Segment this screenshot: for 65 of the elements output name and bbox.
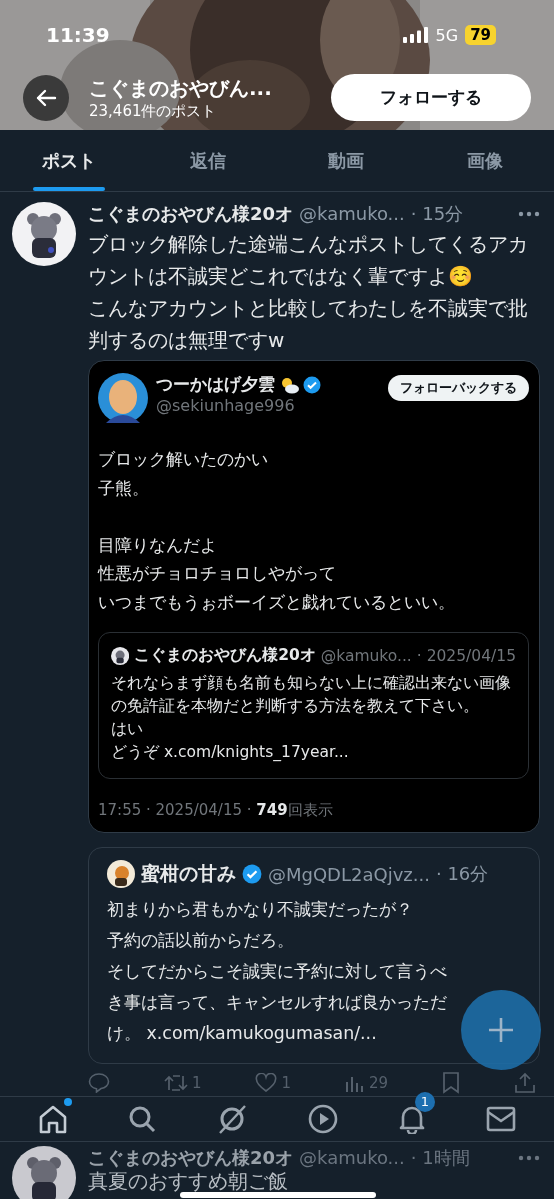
- author-name: つーかはげ夕雲: [156, 373, 275, 396]
- quoted-text: いつまでもうぉボーイズと戯れているといい。: [98, 590, 456, 614]
- tab[interactable]: 返信: [138, 130, 277, 191]
- action-count: 1: [281, 1074, 291, 1092]
- avatar: [111, 645, 130, 666]
- more-icon[interactable]: [518, 211, 540, 217]
- home-icon[interactable]: [37, 1104, 68, 1134]
- author-handle: @sekiunhage996: [156, 396, 296, 415]
- tab[interactable]: ポスト: [0, 130, 139, 191]
- author-name: こぐまのおやびん様20オ: [88, 202, 294, 226]
- tab[interactable]: 画像: [415, 130, 554, 191]
- search-icon[interactable]: [127, 1104, 157, 1134]
- author-handle: @kamuko...: [299, 203, 405, 224]
- plus-icon[interactable]: [486, 1015, 516, 1045]
- quoted-text: 子熊。: [98, 476, 150, 500]
- mail-icon[interactable]: [486, 1106, 517, 1132]
- reply-text: そしてだからこそ誠実に予約に対して言うべき事は言って、キャンセルすれば良かっただけ。 x.com/kamukogumasan/...: [107, 960, 448, 1045]
- signal-icon: [402, 27, 429, 43]
- profile-name: こぐまのおやびん...: [89, 74, 273, 102]
- post-timestamp: 17:55 · 2025/04/15 · 749回表示: [98, 801, 334, 820]
- avatar: [107, 860, 135, 888]
- status-time: 11:39: [46, 23, 110, 47]
- avatar: [98, 373, 148, 423]
- author-name: こぐまのおやびん様20オ: [88, 1146, 294, 1170]
- author-handle: @kamuko...: [320, 646, 412, 665]
- quoted-post[interactable]: [88, 360, 540, 833]
- author-name: 蜜柑の甘み: [141, 861, 236, 886]
- heart-icon[interactable]: [255, 1073, 278, 1093]
- quoted-text: ブロック解いたのかい: [98, 448, 269, 471]
- bookmark-icon[interactable]: [442, 1072, 460, 1094]
- post-count: 23,461件のポスト: [89, 101, 218, 121]
- post-time: · 1時間: [410, 1146, 470, 1170]
- author-name: こぐまのおやびん様20オ: [134, 645, 316, 666]
- slashed-circle-icon[interactable]: [216, 1103, 249, 1135]
- play-icon[interactable]: [307, 1104, 338, 1134]
- author-handle: @MgQDL2aQjvz...: [268, 863, 430, 885]
- repost-icon[interactable]: [163, 1073, 188, 1093]
- notification-badge: 1: [414, 1092, 435, 1112]
- battery-level: 79: [465, 25, 496, 45]
- nested-quote-text: はい: [111, 719, 144, 740]
- post-text: 真夏のおすすめ朝ご飯: [88, 1170, 289, 1192]
- post-date: · 2025/04/15: [416, 646, 516, 665]
- post-text: こんなアカウントと比較してわたしを不誠実で批判するのは無理ですw: [88, 295, 529, 354]
- post-time: · 15分: [410, 202, 464, 226]
- quoted-text: 性悪がチョロチョロしやがって: [98, 562, 337, 585]
- nested-quote[interactable]: こぐまのおやびん様20オ @kamuko... · 2025/04/15 それならまず顔も名前も知らない上に確認出来ない画像の免許証を本物だと判断する方法を教えて下さい。 はい どうぞ x.com/knights_17year...: [98, 632, 529, 779]
- more-icon[interactable]: [518, 1155, 540, 1161]
- post-text: ブロック解除した途端こんなポストしてくるアカウントは不誠実どこれではなく輩ですよ☺: [88, 231, 529, 290]
- avatar[interactable]: [12, 202, 76, 266]
- avatar[interactable]: [12, 1146, 76, 1199]
- reply-text: 初まりから君もかなり不誠実だったが？: [107, 898, 414, 921]
- share-icon[interactable]: [513, 1072, 536, 1094]
- follow-back-button[interactable]: フォローバックする: [388, 375, 529, 401]
- quoted-text: 目障りなんだよ: [98, 533, 218, 557]
- action-count: 1: [191, 1074, 202, 1092]
- tab[interactable]: 動画: [277, 130, 416, 191]
- reply-icon[interactable]: [88, 1073, 110, 1093]
- follow-button[interactable]: フォローする: [331, 74, 531, 121]
- network-label: 5G: [435, 25, 459, 45]
- nested-quote-text: どうぞ x.com/knights_17year...: [111, 742, 350, 763]
- nested-quote-text: それならまず顔も名前も知らない上に確認出来ない画像の免許証を本物だと判断する方法を教えて下さい。: [111, 673, 512, 717]
- action-count: 29: [368, 1074, 389, 1092]
- post-time: · 16分: [435, 862, 489, 886]
- author-handle: @kamuko...: [299, 1147, 405, 1168]
- reply-text: 予約の話以前からだろ。: [107, 929, 295, 952]
